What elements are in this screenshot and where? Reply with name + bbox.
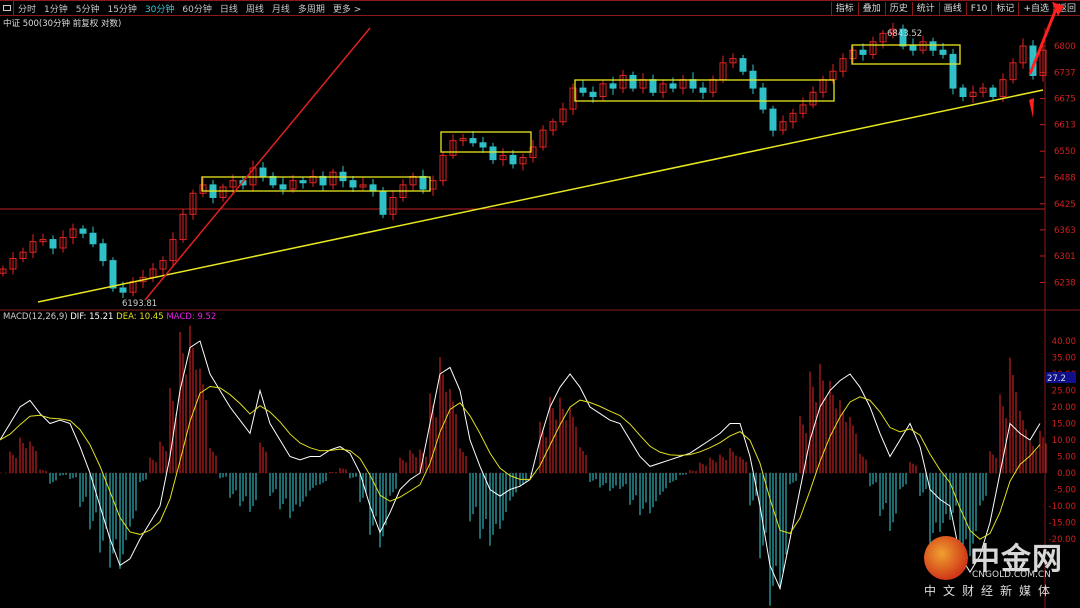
logo-icon — [924, 536, 968, 580]
candle — [479, 142, 487, 148]
candle — [669, 83, 677, 89]
candle — [419, 175, 427, 190]
candle — [349, 180, 357, 188]
candle — [769, 108, 777, 131]
candle — [949, 53, 957, 89]
logo-sub: 中文财经新媒体 — [924, 584, 1058, 598]
candle — [649, 79, 657, 93]
candle — [269, 175, 277, 186]
candle — [689, 79, 697, 89]
price-tick-label: 6800 — [1054, 42, 1076, 52]
candle — [509, 154, 517, 165]
macd-tick-label: 20.00 — [1052, 403, 1076, 413]
candle — [609, 83, 617, 89]
macd-tick-label: 0.00 — [1057, 469, 1076, 479]
candle — [759, 87, 767, 110]
trend-line-support[interactable] — [37, 89, 1044, 303]
macd-tick-label: -5.00 — [1054, 486, 1076, 496]
candle — [629, 74, 637, 89]
candle — [99, 243, 107, 262]
price-tick-label: 6425 — [1054, 200, 1076, 210]
arrow-up — [1028, 3, 1060, 75]
macd-tick-label: 25.00 — [1052, 387, 1076, 397]
macd-tick-label: -10.00 — [1049, 502, 1076, 512]
price-tick-label: 6363 — [1054, 226, 1076, 236]
price-tick-label: 6550 — [1054, 147, 1076, 157]
candle — [579, 87, 587, 93]
price-tick-label: 6301 — [1054, 252, 1076, 262]
consolidation-box[interactable] — [440, 131, 532, 153]
cursor-value: 27.2 — [1047, 374, 1066, 384]
cngold-logo: 中金网 CNGOLD.COM.CN 中文财经新媒体 — [922, 534, 1072, 604]
candle — [299, 180, 307, 184]
price-tick-label: 6613 — [1054, 121, 1076, 131]
arrow-icon — [1029, 98, 1034, 118]
candle — [259, 167, 267, 177]
macd-tick-label: 15.00 — [1052, 420, 1076, 430]
candle — [859, 49, 867, 55]
price-tick-label: 6488 — [1054, 173, 1076, 183]
candle — [929, 41, 937, 51]
candle — [119, 287, 127, 293]
candle — [489, 146, 497, 161]
macd-tick-label: 40.00 — [1052, 337, 1076, 347]
trend-line-red[interactable] — [144, 27, 371, 301]
candle — [49, 239, 57, 249]
candle — [699, 87, 707, 93]
candle — [739, 58, 747, 72]
candle — [469, 138, 477, 144]
candle — [939, 49, 947, 55]
high-label: 6843.52 — [887, 29, 922, 39]
candle — [379, 190, 387, 215]
candle — [79, 228, 87, 234]
candle — [369, 184, 377, 192]
candle — [589, 91, 597, 97]
candle — [279, 184, 287, 190]
macd-tick-label: -15.00 — [1049, 519, 1076, 529]
macd-tick-label: 5.00 — [1057, 453, 1076, 463]
macd-tick-label: 35.00 — [1052, 354, 1076, 364]
price-tick-label: 6675 — [1054, 95, 1076, 105]
price-tick-label: 6238 — [1054, 278, 1076, 288]
candle — [319, 175, 327, 186]
macd-tick-label: 10.00 — [1052, 436, 1076, 446]
candle — [959, 87, 967, 97]
chart-canvas[interactable]: 6800 6737 6675 6613 6550 6488 6425 6363 6301 6238… — [0, 0, 1080, 608]
candle — [89, 232, 97, 245]
candle — [109, 260, 117, 289]
price-tick-label: 6737 — [1054, 69, 1076, 79]
low-label: 6193.81 — [122, 299, 157, 309]
candle — [909, 45, 917, 51]
candle — [989, 87, 997, 97]
logo-en: CNGOLD.COM.CN — [972, 570, 1051, 580]
